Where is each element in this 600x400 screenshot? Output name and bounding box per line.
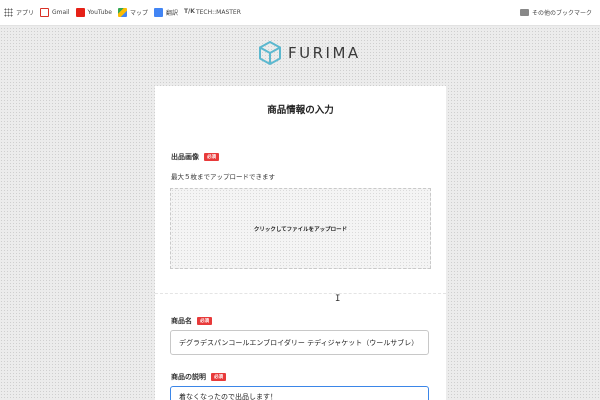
text-cursor-icon: I — [335, 294, 341, 304]
bookmark-translate[interactable]: 翻訳 — [153, 8, 178, 17]
bookmark-gmail[interactable]: Gmail — [40, 8, 70, 17]
bookmark-label: TECH::MASTER — [195, 9, 241, 16]
description-section-label: 商品の説明 必須 — [171, 372, 226, 382]
image-label-text: 出品画像 — [171, 153, 199, 161]
bookmark-techmaster[interactable]: T/K TECH::MASTER — [184, 8, 241, 17]
required-badge: 必須 — [204, 153, 219, 161]
translate-icon — [153, 8, 163, 17]
bookmark-youtube[interactable]: YouTube — [75, 8, 112, 17]
bookmark-label: マップ — [129, 10, 148, 17]
product-description-textarea[interactable]: 着なくなったので出品します！ — [170, 386, 429, 400]
product-name-value: デグラデスパンコールエンブロイダリー テディジャケット（ウールサブレ） — [179, 338, 419, 347]
other-bookmarks[interactable]: その他のブックマーク — [519, 8, 592, 17]
section-divider — [155, 293, 446, 294]
bookmark-label: 翻訳 — [165, 10, 178, 17]
apps-grid-icon — [4, 8, 13, 17]
youtube-icon — [75, 8, 85, 17]
bookmark-maps[interactable]: マップ — [117, 8, 148, 17]
other-bookmarks-label: その他のブックマーク — [531, 10, 592, 17]
gmail-icon — [40, 8, 50, 17]
required-badge: 必須 — [211, 373, 226, 381]
bookmark-apps[interactable]: アプリ — [4, 8, 34, 17]
site-logo[interactable]: FURIMA — [258, 40, 361, 66]
logo-text: FURIMA — [288, 44, 361, 62]
description-label-text: 商品の説明 — [171, 373, 206, 381]
name-label-text: 商品名 — [171, 317, 192, 325]
image-upload-dropzone[interactable]: クリックしてファイルをアップロード — [170, 188, 431, 269]
bookmark-label: アプリ — [16, 10, 35, 17]
upload-help-text: 最大５枚までアップロードできます — [171, 173, 275, 181]
page-title: 商品情報の入力 — [267, 105, 334, 116]
bookmark-label: YouTube — [87, 9, 112, 16]
folder-icon — [519, 9, 529, 16]
product-description-value: 着なくなったので出品します！ — [179, 393, 277, 400]
techmaster-icon: T/K — [183, 8, 195, 15]
image-section-label: 出品画像 必須 — [171, 152, 219, 162]
dropzone-text: クリックしてファイルをアップロード — [253, 226, 348, 233]
product-name-input[interactable]: デグラデスパンコールエンブロイダリー テディジャケット（ウールサブレ） — [170, 330, 429, 355]
name-section-label: 商品名 必須 — [171, 316, 212, 326]
maps-icon — [117, 8, 127, 17]
cube-logo-icon — [259, 41, 281, 65]
required-badge: 必須 — [197, 317, 212, 325]
bookmarks-bar: アプリ Gmail YouTube マップ 翻訳 T/K TECH::MASTE… — [0, 0, 600, 26]
bookmark-label: Gmail — [52, 9, 70, 16]
